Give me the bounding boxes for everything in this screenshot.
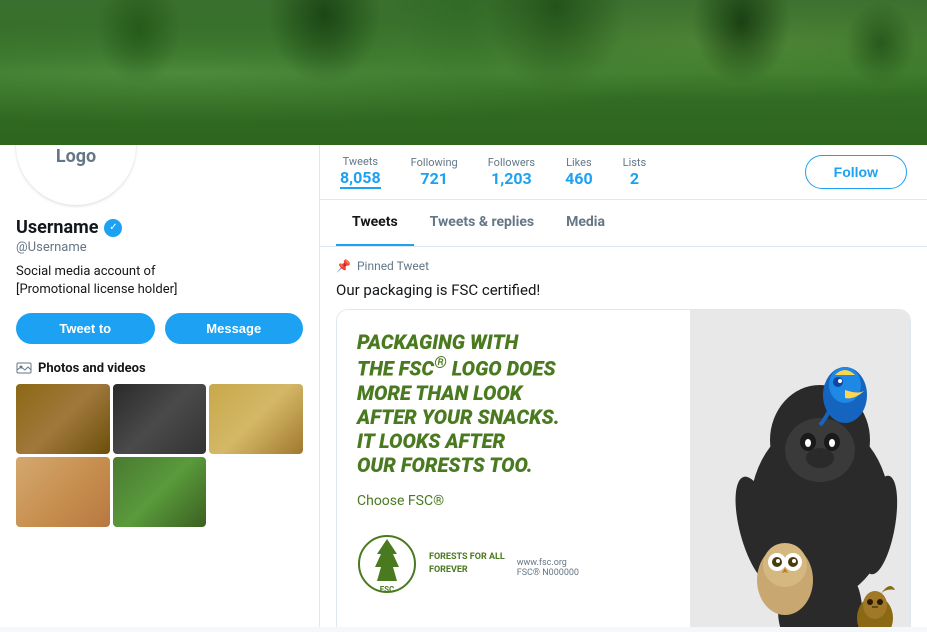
- stat-likes[interactable]: Likes 460: [565, 156, 593, 188]
- tab-media[interactable]: Media: [550, 200, 621, 246]
- tweets-label: Tweets: [343, 155, 378, 168]
- animals-svg: [690, 310, 910, 627]
- fsc-choose: Choose FSC®: [357, 493, 670, 509]
- photo-thumb-2[interactable]: [113, 384, 207, 454]
- verified-badge: ✓: [104, 219, 122, 237]
- followers-value: 1,203: [491, 169, 532, 188]
- banner-trees: [0, 0, 927, 145]
- likes-value: 460: [565, 169, 593, 188]
- fsc-logos: FSC FORESTS FOR ALL FOREVER www.fsc.orgF…: [357, 529, 670, 599]
- tweet-image-animals: [690, 310, 910, 627]
- tweet-fsc-image: PACKAGING WITH THE FSC® LOGO DOES MORE T…: [336, 309, 911, 627]
- photo-thumb-1[interactable]: [16, 384, 110, 454]
- lists-label: Lists: [623, 156, 647, 169]
- username-row: Username ✓: [16, 217, 303, 238]
- tab-tweets[interactable]: Tweets: [336, 200, 414, 246]
- following-label: Following: [411, 156, 458, 169]
- stat-following[interactable]: Following 721: [411, 156, 458, 188]
- photo-thumb-4[interactable]: [16, 457, 110, 527]
- photos-section: Photos and videos: [16, 360, 303, 527]
- lists-value: 2: [630, 169, 639, 188]
- main-content: Tweets 8,058 Following 721 Followers 1,2…: [320, 145, 927, 627]
- user-handle: @Username: [16, 240, 303, 255]
- message-button[interactable]: Message: [165, 313, 304, 344]
- tweet-image-left: PACKAGING WITH THE FSC® LOGO DOES MORE T…: [337, 310, 690, 627]
- stat-lists[interactable]: Lists 2: [623, 156, 647, 188]
- photo-thumb-5[interactable]: [113, 457, 207, 527]
- pinned-label: 📌 Pinned Tweet: [336, 259, 911, 273]
- sidebar: BrandLogo Username ✓ @Username Social me…: [0, 145, 320, 627]
- action-buttons: Tweet to Message: [16, 313, 303, 344]
- user-bio: Social media account of[Promotional lice…: [16, 263, 303, 299]
- stat-followers[interactable]: Followers 1,203: [488, 156, 535, 188]
- tweet-text: Our packaging is FSC certified!: [336, 281, 911, 299]
- fsc-tree-logo: FSC: [357, 529, 417, 599]
- photos-icon: [16, 360, 32, 376]
- stat-tweets[interactable]: Tweets 8,058: [340, 155, 381, 189]
- following-value: 721: [420, 169, 448, 188]
- username: Username: [16, 217, 98, 238]
- photos-label: Photos and videos: [38, 361, 146, 376]
- follow-button-container: Follow: [805, 155, 907, 189]
- tab-tweets-replies[interactable]: Tweets & replies: [414, 200, 550, 246]
- stats-bar: Tweets 8,058 Following 721 Followers 1,2…: [320, 145, 927, 200]
- photos-header: Photos and videos: [16, 360, 303, 376]
- photos-grid: [16, 384, 303, 527]
- follow-button[interactable]: Follow: [805, 155, 907, 189]
- tabs: Tweets Tweets & replies Media: [320, 200, 927, 247]
- page-wrapper: BrandLogo Username ✓ @Username Social me…: [0, 0, 927, 627]
- pinned-text: Pinned Tweet: [357, 259, 429, 273]
- fsc-text-block: FORESTS FOR ALL FOREVER: [429, 551, 505, 576]
- fsc-headline: PACKAGING WITH THE FSC® LOGO DOES MORE T…: [357, 330, 670, 477]
- likes-label: Likes: [566, 156, 592, 169]
- profile-banner: [0, 0, 927, 145]
- tweets-value: 8,058: [340, 168, 381, 189]
- followers-label: Followers: [488, 156, 535, 169]
- content-row: BrandLogo Username ✓ @Username Social me…: [0, 145, 927, 627]
- tweet-area: 📌 Pinned Tweet Our packaging is FSC cert…: [320, 247, 927, 627]
- fsc-website: www.fsc.orgFSC® N000000: [517, 558, 579, 578]
- pin-icon: 📌: [336, 259, 351, 273]
- photo-thumb-3[interactable]: [209, 384, 303, 454]
- svg-text:FSC: FSC: [380, 585, 395, 594]
- tweet-to-button[interactable]: Tweet to: [16, 313, 155, 344]
